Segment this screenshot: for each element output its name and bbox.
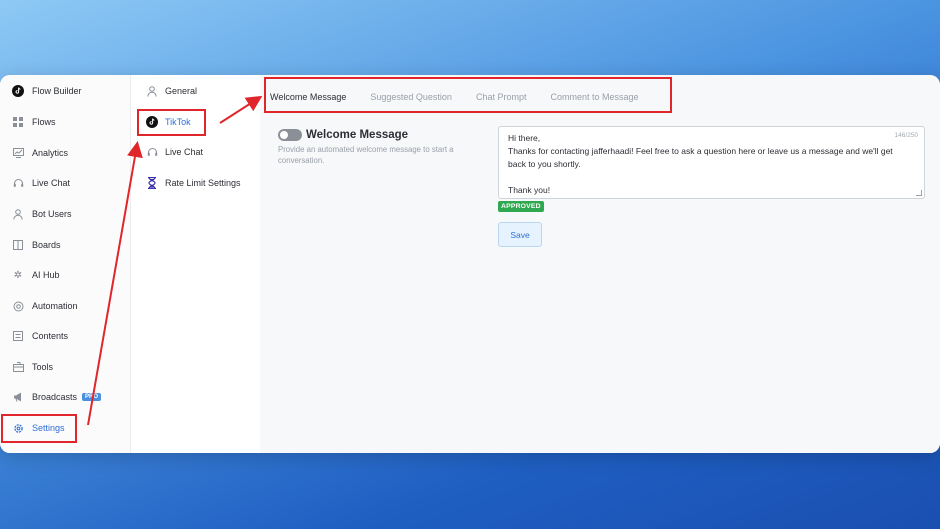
sidebar-item-label: Flows <box>32 117 56 127</box>
welcome-message-textarea[interactable]: 146/250 Hi there, Thanks for contacting … <box>498 126 925 199</box>
sidebar-item-live-chat[interactable]: Live Chat <box>12 172 70 194</box>
user-icon <box>12 208 24 220</box>
pro-badge: PRO <box>82 393 102 401</box>
main-content: Welcome Message Suggested Question Chat … <box>260 75 940 453</box>
message-line: Hi there, <box>508 133 541 143</box>
message-line: Thank you! <box>508 185 551 195</box>
sidebar-item-label: Tools <box>32 362 54 372</box>
subnav-item-live-chat[interactable]: Live Chat <box>146 142 203 162</box>
contents-icon <box>12 330 24 342</box>
sidebar-item-label: Analytics <box>32 148 69 158</box>
gear-icon <box>12 422 24 434</box>
sidebar-item-label: Boards <box>32 240 61 250</box>
sidebar-item-broadcasts[interactable]: Broadcasts PRO <box>12 386 102 408</box>
sidebar-item-label: Settings <box>32 423 65 433</box>
welcome-section-header: Welcome Message <box>278 129 408 141</box>
sidebar-item-label: Flow Builder <box>32 86 82 96</box>
main-sidebar: Flow Builder Flows Analytics Live Chat B… <box>0 75 131 453</box>
app-window: Flow Builder Flows Analytics Live Chat B… <box>0 75 940 453</box>
headset-icon <box>12 177 24 189</box>
sidebar-item-label: Automation <box>32 301 78 311</box>
tab-bar: Welcome Message Suggested Question Chat … <box>270 83 663 111</box>
sidebar-item-label: Contents <box>32 331 69 341</box>
sidebar-item-flows[interactable]: Flows <box>12 111 56 133</box>
user-icon <box>146 85 158 97</box>
settings-subnav: General TikTok Live Chat Rate Limit Sett… <box>132 75 260 453</box>
message-line: back to you shortly. <box>508 159 581 169</box>
tiktok-icon <box>146 116 158 128</box>
sidebar-item-tools[interactable]: Tools <box>12 356 53 378</box>
sidebar-item-flow-builder[interactable]: Flow Builder <box>12 80 82 102</box>
subnav-item-label: Rate Limit Settings <box>165 178 241 188</box>
sidebar-item-bot-users[interactable]: Bot Users <box>12 203 72 225</box>
tab-welcome-message[interactable]: Welcome Message <box>270 92 346 102</box>
tab-chat-prompt[interactable]: Chat Prompt <box>476 92 527 102</box>
sidebar-item-ai-hub[interactable]: ✲ AI Hub <box>12 264 60 286</box>
grid-icon <box>12 116 24 128</box>
resize-handle[interactable] <box>916 190 922 196</box>
subnav-item-tiktok[interactable]: TikTok <box>146 112 191 132</box>
subnav-item-label: General <box>165 86 198 96</box>
welcome-message-toggle[interactable] <box>278 129 302 141</box>
board-icon <box>12 239 24 251</box>
sidebar-item-analytics[interactable]: Analytics <box>12 142 68 164</box>
sidebar-item-contents[interactable]: Contents <box>12 325 68 347</box>
ai-icon: ✲ <box>13 269 23 281</box>
subnav-item-rate-limit-settings[interactable]: Rate Limit Settings <box>146 173 241 193</box>
tools-icon <box>12 361 24 373</box>
tab-comment-to-message[interactable]: Comment to Message <box>550 92 638 102</box>
status-badge: APPROVED <box>498 201 544 212</box>
sidebar-item-boards[interactable]: Boards <box>12 234 61 256</box>
subnav-item-label: Live Chat <box>165 147 204 157</box>
subnav-item-general[interactable]: General <box>146 81 197 101</box>
subnav-item-label: TikTok <box>165 117 191 127</box>
sidebar-item-label: Bot Users <box>32 209 72 219</box>
sidebar-item-label: Live Chat <box>32 178 71 188</box>
welcome-section-description: Provide an automated welcome message to … <box>278 145 454 165</box>
headset-icon <box>146 146 158 158</box>
message-line: Thanks for contacting jafferhaadi! Feel … <box>508 146 893 156</box>
sidebar-item-label: AI Hub <box>32 270 60 280</box>
sidebar-item-automation[interactable]: Automation <box>12 295 78 317</box>
save-button[interactable]: Save <box>498 222 542 247</box>
tab-suggested-question[interactable]: Suggested Question <box>370 92 452 102</box>
hourglass-icon <box>146 177 158 189</box>
tiktok-icon <box>12 85 24 97</box>
sidebar-item-settings[interactable]: Settings <box>12 417 65 439</box>
message-line <box>508 171 915 184</box>
megaphone-icon <box>12 391 24 403</box>
automation-icon <box>12 300 24 312</box>
analytics-icon <box>12 147 24 159</box>
welcome-section-title: Welcome Message <box>306 129 409 141</box>
sidebar-item-label: Broadcasts <box>32 392 78 402</box>
character-counter: 146/250 <box>894 132 919 139</box>
